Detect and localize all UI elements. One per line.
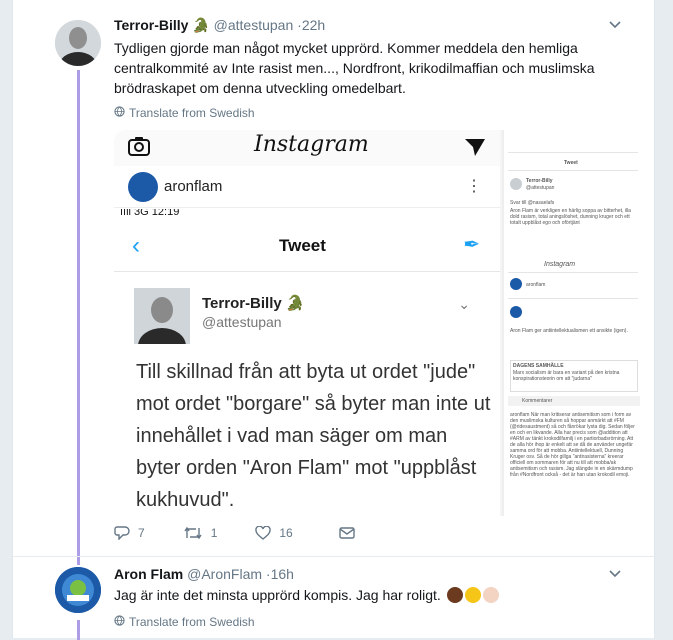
globe-icon	[114, 106, 125, 120]
avatar	[134, 288, 190, 364]
translate-label: Translate from Swedish	[129, 106, 255, 120]
inner-handle: @attestupan	[202, 314, 282, 330]
side-name: Terror-Billy	[526, 178, 553, 184]
side-quote-text: Marx socialism är bara en variant på den…	[513, 370, 620, 382]
name-emoji: 🐊	[192, 17, 210, 33]
status-text: ııll 3G 12:19	[120, 209, 180, 218]
tweet-text: Tydligen gjorde man något mycket upprörd…	[114, 40, 595, 96]
translate-link[interactable]: Translate from Swedish	[114, 106, 255, 120]
instagram-logo: Instagram	[254, 132, 369, 157]
thread-connector	[77, 70, 80, 565]
tweet-header: Terror-Billy 🐊 @attestupan ·22h	[114, 17, 326, 33]
media-side-screenshot: Tweet Terror-Billy @attestupan Svar till…	[502, 130, 642, 516]
ig-username: aronflam	[164, 178, 223, 195]
side-quote-card: DAGENS SAMHÄLLE Marx socialism är bara e…	[510, 360, 638, 392]
handle[interactable]: @AronFlam	[187, 566, 262, 582]
globe-icon	[114, 615, 125, 629]
display-name[interactable]: Aron Flam	[114, 566, 183, 582]
tweet-text: Jag är inte det minsta upprörd kompis. J…	[114, 585, 634, 605]
dm-button[interactable]	[339, 527, 355, 539]
avatar[interactable]	[55, 20, 101, 66]
side-ig-logo: Instagram	[544, 261, 576, 268]
reply-icon	[114, 526, 130, 540]
like-button[interactable]: 16	[255, 526, 293, 540]
avatar	[510, 306, 522, 318]
retweet-icon	[184, 526, 202, 540]
side-comments-label: Kommentarer	[522, 398, 553, 404]
side-comment: aronflam När man kritiserar antisemitism…	[510, 412, 635, 478]
fist-light-emoji-icon	[482, 587, 499, 603]
side-text: Aron Flam är verkligen en härlig soppa a…	[510, 208, 631, 226]
avatar	[510, 278, 522, 290]
heart-icon	[255, 526, 272, 540]
tweet-divider	[13, 556, 656, 557]
chevron-down-icon[interactable]	[608, 567, 622, 581]
compose-icon: ✒	[463, 234, 480, 256]
phone-status-bar: ııll 3G 12:19	[114, 209, 500, 219]
translate-link[interactable]: Translate from Swedish	[114, 615, 255, 629]
envelope-icon	[339, 527, 355, 539]
reply-count: 7	[138, 526, 145, 540]
tweet-header: Aron Flam @AronFlam ·16h	[114, 566, 294, 582]
side-text-2: Aron Flam ger antiintellektualismen ett …	[510, 328, 628, 334]
instagram-bar: Instagram	[114, 130, 500, 166]
avatar	[128, 172, 158, 202]
avatar[interactable]	[55, 567, 101, 613]
side-user: aronflam	[526, 282, 546, 288]
inner-tweet-text: Till skillnad från att byta ut ordet "ju…	[136, 361, 491, 511]
tweet-text-body: Jag är inte det minsta upprörd kompis. J…	[114, 587, 441, 603]
tweet-actions: 7 1 16	[114, 526, 393, 540]
media-main-screenshot: Instagram aronflam ⋮ ııll 3G 12:19 ‹ Twe…	[114, 130, 500, 516]
send-icon	[464, 136, 486, 163]
back-icon: ‹	[132, 232, 140, 259]
inner-display-name: Terror-Billy 🐊	[202, 295, 305, 312]
thread-connector-bottom	[77, 620, 80, 640]
timestamp[interactable]: 16h	[271, 566, 294, 582]
side-reply: Svar till @nasaelafs	[510, 200, 555, 206]
translate-label: Translate from Swedish	[129, 615, 255, 629]
header-title: Tweet	[279, 236, 326, 255]
like-count: 16	[279, 526, 293, 540]
fist-emoji-icon	[446, 587, 463, 603]
retweet-count: 1	[210, 526, 218, 540]
chevron-down-icon: ⌄	[458, 296, 470, 312]
side-quote-source: DAGENS SAMHÄLLE	[513, 363, 564, 369]
more-icon: ⋮	[466, 178, 482, 195]
timestamp[interactable]: 22h	[302, 17, 325, 33]
instagram-user-row: aronflam ⋮	[114, 168, 500, 208]
display-name[interactable]: Terror-Billy	[114, 17, 188, 33]
side-title: Tweet	[564, 160, 578, 166]
camera-icon	[128, 136, 150, 161]
handle[interactable]: @attestupan	[214, 17, 294, 33]
avatar	[510, 178, 522, 190]
side-handle: @attestupan	[526, 185, 555, 191]
tweet-media[interactable]: Instagram aronflam ⋮ ııll 3G 12:19 ‹ Twe…	[114, 130, 642, 516]
chevron-down-icon[interactable]	[608, 18, 622, 32]
twitter-header: ‹ Tweet ✒	[114, 222, 500, 272]
retweet-button[interactable]: 1	[183, 526, 218, 540]
sunglasses-emoji-icon	[464, 587, 481, 603]
reply-button[interactable]: 7	[114, 526, 145, 540]
timeline-card: Terror-Billy 🐊 @attestupan ·22h Tydligen…	[12, 0, 656, 640]
